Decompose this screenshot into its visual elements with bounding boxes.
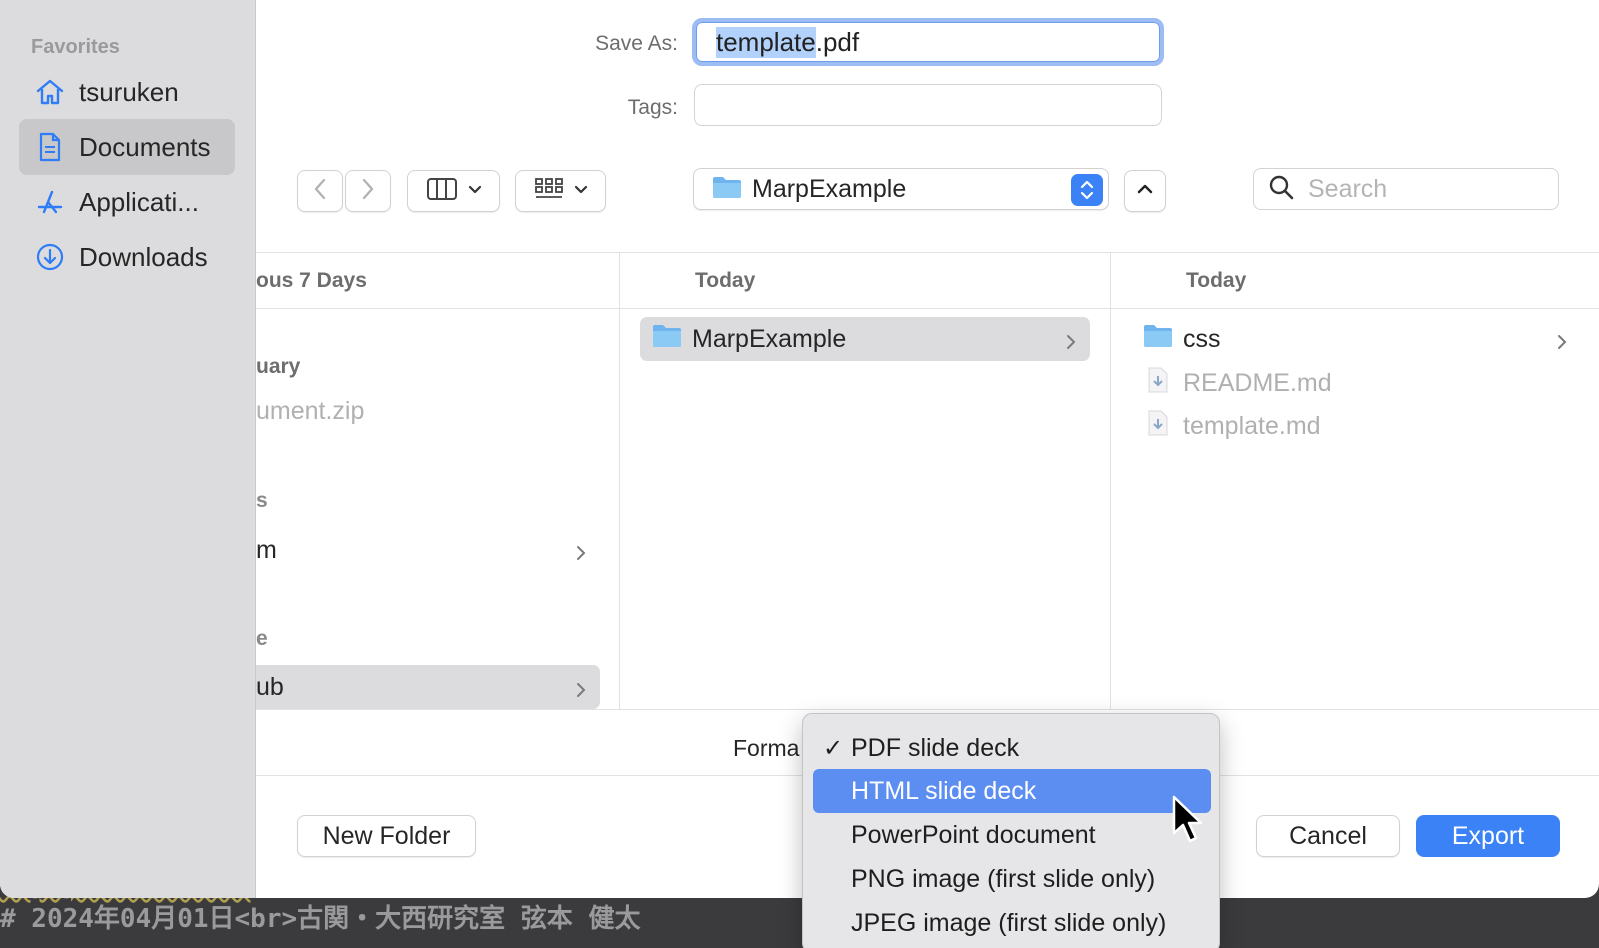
checkmark-icon: ✓ [823,734,844,762]
location-name: MarpExample [752,174,907,203]
format-label: Forma [733,735,800,761]
sidebar-item-label: tsuruken [79,76,179,107]
location-popup[interactable]: MarpExample [693,168,1109,210]
house-icon [35,77,65,107]
menu-item-png[interactable]: PNG image (first slide only) [813,857,1211,901]
filename-extension: .pdf [815,26,860,57]
markdown-file-icon [1147,410,1169,443]
new-folder-button[interactable]: New Folder [297,815,476,857]
group-button[interactable] [515,170,606,212]
save-as-label: Save As: [595,32,678,55]
sidebar: Favorites tsuruken Documents Applicati..… [0,0,256,898]
folder-icon [1143,323,1173,356]
export-button[interactable]: Export [1416,815,1560,857]
columns-view-icon [426,177,458,206]
column-header: Today [620,253,1110,309]
search-icon [1268,174,1294,205]
sidebar-item-tsuruken[interactable]: tsuruken [19,64,235,120]
tags-input[interactable] [694,84,1162,126]
group-header: uary [256,355,301,378]
chevron-down-icon [468,182,482,200]
tags-label: Tags: [627,96,678,119]
favorites-header: Favorites [31,36,120,58]
download-circle-icon [35,242,65,272]
chevron-left-icon [313,177,327,206]
editor-line: # 2024年04月01日<br>古関・大西研究室 弦本 健太 [0,904,641,934]
view-mode-button[interactable] [407,170,500,212]
chevron-right-icon [361,177,375,206]
list-item[interactable]: ub [256,665,600,709]
menu-item-powerpoint[interactable]: PowerPoint document [813,813,1211,857]
mouse-cursor-icon [1172,795,1206,852]
folder-icon [652,323,682,356]
chevron-right-icon [1557,329,1567,358]
save-dialog: Favorites tsuruken Documents Applicati..… [0,0,1599,898]
browser-column: Today MarpExample [620,253,1111,711]
format-menu: ✓ PDF slide deck HTML slide deck PowerPo… [802,713,1220,948]
back-button[interactable] [297,170,343,212]
group-header: e [256,627,268,650]
popup-stepper-icon [1071,174,1103,206]
markdown-file-icon [1147,367,1169,400]
column-header: ous 7 Days [256,253,619,309]
forward-button[interactable] [345,170,391,212]
sidebar-item-documents[interactable]: Documents [19,119,235,175]
browser-column: Today css README.md template.md [1111,253,1599,711]
browser-column: ous 7 Days uary ument.zip s m e ub [256,253,620,711]
save-as-input[interactable]: template .pdf [692,18,1164,66]
document-icon [35,132,65,162]
search-placeholder: Search [1308,174,1388,203]
grid-group-icon [534,177,564,206]
chevron-down-icon [574,182,588,200]
chevron-right-icon [576,540,586,569]
sidebar-item-label: Applicati... [79,186,199,217]
menu-item-pdf[interactable]: ✓ PDF slide deck [813,726,1211,770]
chevron-up-icon [1137,182,1153,200]
filename-selected-text: template [716,26,816,58]
list-item[interactable]: css [1131,317,1581,361]
folder-icon [712,175,742,204]
applications-icon [35,187,65,217]
search-input[interactable]: Search [1253,168,1559,210]
menu-item-html[interactable]: HTML slide deck [813,769,1211,813]
sidebar-item-applications[interactable]: Applicati... [19,174,235,230]
list-item[interactable]: m [256,528,600,572]
list-item: template.md [1131,404,1581,448]
column-header: Today [1111,253,1599,309]
sidebar-item-label: Documents [79,131,211,162]
list-item[interactable]: ument.zip [256,389,364,433]
expand-collapse-button[interactable] [1124,170,1166,212]
group-header: s [256,489,268,512]
list-item[interactable]: MarpExample [640,317,1090,361]
menu-item-jpeg[interactable]: JPEG image (first slide only) [813,901,1211,945]
list-item: README.md [1131,361,1581,405]
chevron-right-icon [576,677,586,706]
cancel-button[interactable]: Cancel [1256,815,1400,857]
chevron-right-icon [1066,329,1076,358]
column-browser: ous 7 Days uary ument.zip s m e ub Today… [256,252,1599,711]
sidebar-item-label: Downloads [79,241,208,272]
sidebar-item-downloads[interactable]: Downloads [19,229,235,285]
